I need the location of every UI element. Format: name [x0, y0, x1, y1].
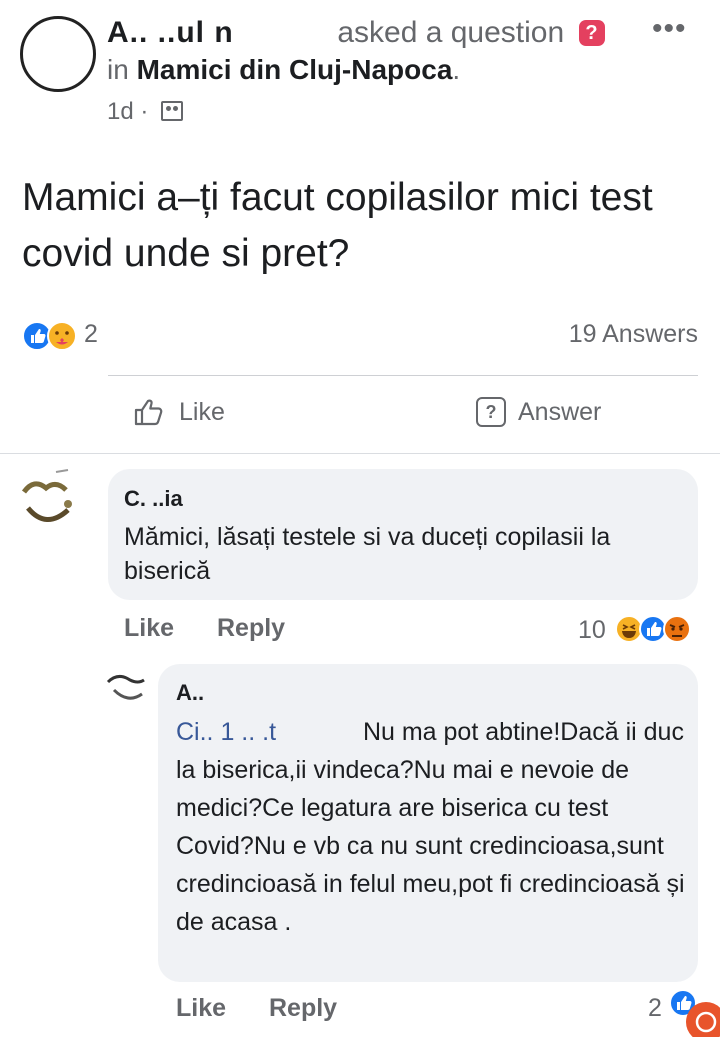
comment-author-name[interactable]: C. ..ia [124, 486, 183, 512]
like-icon [638, 615, 667, 643]
comment-actions: Like Reply [124, 614, 321, 643]
like-label: Like [179, 397, 225, 426]
reply-mention-link[interactable]: Ci.. 1 .. .t [176, 713, 356, 751]
haha-icon [614, 615, 643, 643]
group-privacy-icon [161, 101, 184, 121]
post-reaction-icons [22, 321, 77, 351]
comment-reaction-count: 10 [578, 616, 606, 644]
answer-button[interactable]: ? Answer [476, 397, 601, 427]
reply-actions: Like Reply [176, 994, 373, 1023]
time-separator: · [140, 98, 149, 125]
reply-text: Nu ma pot abtine!Dacă ii duc la biserica… [176, 718, 685, 936]
reply-author-name[interactable]: A.. [176, 680, 204, 706]
like-icon [22, 321, 52, 351]
author-avatar[interactable] [20, 16, 96, 92]
angry-icon [662, 615, 691, 643]
comments-divider [0, 453, 720, 454]
answer-label: Answer [518, 397, 602, 426]
reply-reply-button[interactable]: Reply [269, 994, 337, 1022]
more-options-button[interactable]: ••• [652, 12, 687, 46]
comment-text: Mămici, lăsați testele si va duceți copi… [124, 523, 611, 585]
group-suffix: . [452, 54, 461, 85]
post-time-line: 1d · [107, 98, 184, 126]
group-line: in Mamici din Cluj-Napoca. [107, 54, 460, 86]
reply-text-block: Ci.. 1 .. .t Nu ma pot abtine!Dacă ii du… [176, 713, 686, 941]
comment-reply-button[interactable]: Reply [217, 614, 285, 642]
actions-divider [108, 375, 698, 376]
thumbs-up-icon [134, 399, 163, 426]
reply-reactions[interactable]: 2 [648, 994, 662, 1023]
post-action-text: asked a question [337, 16, 565, 49]
comment-reactions[interactable]: 10 [578, 614, 707, 645]
commenter-avatar[interactable] [16, 464, 86, 534]
group-name-link[interactable]: Mamici din Cluj-Napoca [137, 54, 453, 85]
author-name[interactable]: A.. ..ul n [107, 16, 329, 50]
avatar-image [106, 675, 145, 700]
post-reaction-count[interactable]: 2 [84, 320, 98, 349]
comment-like-button[interactable]: Like [124, 614, 174, 642]
question-answer-icon: ? [476, 397, 506, 427]
question-icon: ? [578, 20, 605, 46]
post-reactions[interactable] [22, 320, 84, 352]
reply-like-button[interactable]: Like [176, 994, 226, 1022]
like-button[interactable]: Like [133, 397, 225, 427]
post-header-line: A.. ..ul n asked a question ? [107, 16, 605, 50]
comment-reaction-icons [614, 615, 691, 643]
care-icon [47, 321, 77, 351]
reply-reaction-count: 2 [648, 994, 662, 1022]
messenger-icon[interactable] [686, 1002, 720, 1037]
reply-author-avatar[interactable] [104, 668, 150, 714]
post-timestamp[interactable]: 1d [107, 98, 134, 125]
group-prefix: in [107, 54, 129, 85]
question-text: Mamici a–ți facut copilasilor mici test … [22, 176, 653, 275]
avatar-image [21, 469, 72, 522]
answers-count-link[interactable]: 19 Answers [569, 320, 698, 349]
